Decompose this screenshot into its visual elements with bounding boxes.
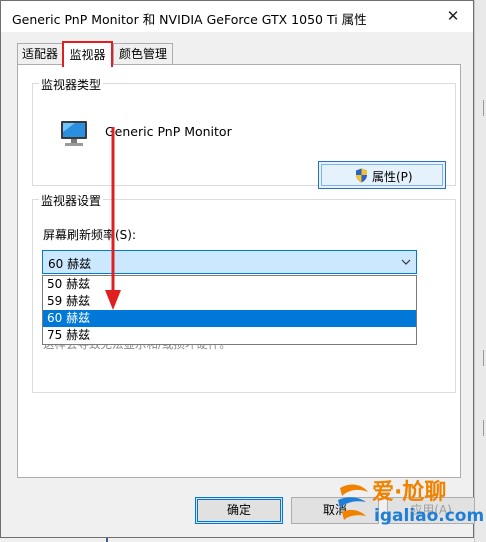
background-edge-mark	[477, 100, 484, 116]
background-edge-mark	[477, 420, 484, 436]
monitor-settings-group: 监视器设置 屏幕刷新频率(S): 60 赫兹 50 赫兹 59 赫兹 60 赫兹…	[32, 192, 456, 393]
annotation-arrow-icon	[105, 127, 121, 310]
tab-monitor[interactable]: 监视器	[62, 41, 113, 67]
chevron-down-icon[interactable]	[399, 255, 413, 269]
tab-color-management[interactable]: 颜色管理	[113, 43, 173, 65]
title-bar[interactable]: Generic PnP Monitor 和 NVIDIA GeForce GTX…	[1, 1, 473, 32]
tab-adapter[interactable]: 适配器	[17, 43, 63, 65]
tab-panel: 监视器类型 Generic PnP Monitor 属性(P) 监视器设置 屏幕…	[17, 64, 461, 478]
properties-dialog: Generic PnP Monitor 和 NVIDIA GeForce GTX…	[0, 0, 475, 538]
monitor-settings-legend: 监视器设置	[39, 192, 104, 209]
monitor-type-legend: 监视器类型	[39, 76, 104, 93]
ok-button[interactable]: 确定	[195, 497, 283, 524]
properties-button[interactable]: 属性(P)	[318, 161, 446, 189]
watermark: 爱·尬聊 igaliao.com	[332, 472, 484, 538]
close-icon[interactable]: ✕	[433, 1, 473, 32]
monitor-type-group: 监视器类型 Generic PnP Monitor 属性(P)	[32, 76, 456, 189]
watermark-logo-icon	[338, 484, 368, 520]
background-window-edge	[474, 0, 486, 542]
window-title: Generic PnP Monitor 和 NVIDIA GeForce GTX…	[12, 12, 367, 27]
monitor-icon	[61, 121, 87, 146]
watermark-url: igaliao.com	[374, 506, 485, 526]
background-edge-mark	[477, 350, 484, 366]
refresh-rate-selected-value: 60 赫兹	[48, 257, 92, 271]
ok-button-focus-ring	[197, 499, 281, 522]
watermark-brand: 爱·尬聊	[372, 480, 447, 505]
properties-button-label: 属性(P)	[372, 170, 413, 184]
shield-icon	[356, 168, 367, 183]
